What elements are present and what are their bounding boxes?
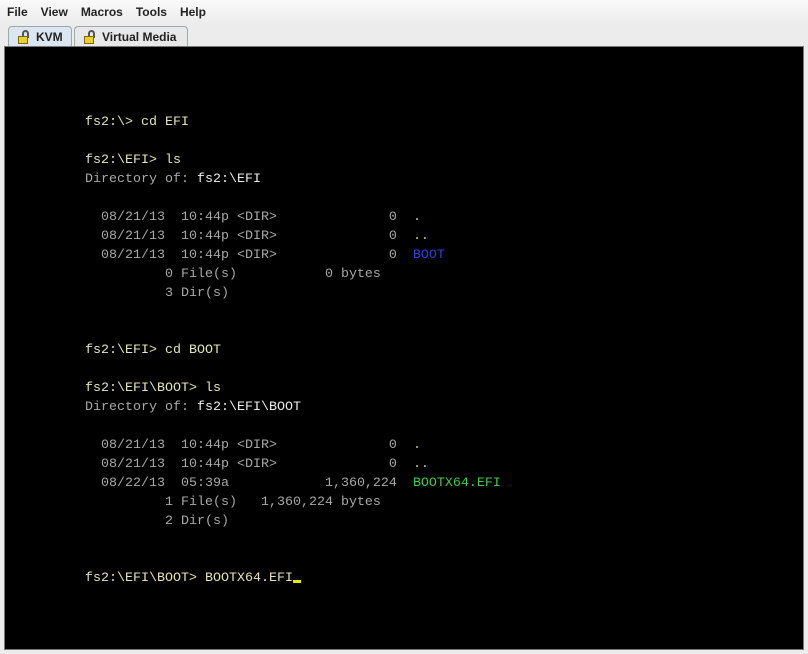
console-text: 08/21/13 10:44p <DIR> 0 xyxy=(85,457,413,472)
console-line: 08/21/13 10:44p <DIR> 0 .. xyxy=(85,455,501,474)
console-output: fs2:\> cd EFI fs2:\EFI> ls Directory of: f… xyxy=(85,113,501,588)
console-line: Directory of: fs2:\EFI\BOOT xyxy=(85,398,501,417)
menu-bar: File View Macros Tools Help xyxy=(0,0,808,24)
console-text: BOOTX64.EFI xyxy=(412,476,501,491)
console-text: fs2:\EFI> cd BOOT xyxy=(85,343,221,358)
text-cursor xyxy=(292,580,301,583)
unlock-icon xyxy=(17,30,31,44)
console-text: fs2:\EFI\BOOT> ls xyxy=(85,381,221,396)
console-text: 1 File(s) 1,360,224 bytes xyxy=(85,495,381,510)
console-line: 08/22/13 05:39a 1,360,224 BOOTX64.EFI xyxy=(85,474,501,493)
console-text: BOOT xyxy=(412,248,445,263)
console-line: 08/21/13 10:44p <DIR> 0 . xyxy=(85,436,501,455)
menu-help[interactable]: Help xyxy=(173,5,212,19)
console-line: 08/21/13 10:44p <DIR> 0 .. xyxy=(85,227,501,246)
console-text: fs2:\> cd EFI xyxy=(85,115,189,130)
console-line: fs2:\EFI> cd BOOT xyxy=(85,341,501,360)
console-text: 08/22/13 05:39a 1,360,224 xyxy=(85,476,413,491)
console-text: fs2:\EFI\BOOT> BOOTX64.EFI xyxy=(85,571,293,586)
console-text: Directory of: xyxy=(85,400,197,415)
tab-bar: KVM Virtual Media xyxy=(0,24,808,47)
tab-label: Virtual Media xyxy=(102,30,177,44)
console-text: .. xyxy=(412,229,429,244)
console-text: 3 Dir(s) xyxy=(85,286,229,301)
console-line: 3 Dir(s) xyxy=(85,284,501,303)
console-text: Directory of: xyxy=(85,172,197,187)
console-text: . xyxy=(412,210,421,225)
console-line: Directory of: fs2:\EFI xyxy=(85,170,501,189)
console-text: fs2:\EFI\BOOT xyxy=(196,400,301,415)
console-text: 08/21/13 10:44p <DIR> 0 xyxy=(85,210,413,225)
tab-kvm[interactable]: KVM xyxy=(8,26,72,47)
console-text: 0 File(s) 0 bytes xyxy=(85,267,381,282)
console-line: 2 Dir(s) xyxy=(85,512,501,531)
console-line: 08/21/13 10:44p <DIR> 0 . xyxy=(85,208,501,227)
console-text: . xyxy=(412,438,421,453)
console-line: 0 File(s) 0 bytes xyxy=(85,265,501,284)
tab-virtual-media[interactable]: Virtual Media xyxy=(74,26,188,47)
kvm-console-screen[interactable]: fs2:\> cd EFI fs2:\EFI> ls Directory of: f… xyxy=(4,46,804,650)
console-text: fs2:\EFI xyxy=(196,172,261,187)
console-text: 08/21/13 10:44p <DIR> 0 xyxy=(85,229,413,244)
tab-label: KVM xyxy=(36,30,63,44)
menu-tools[interactable]: Tools xyxy=(129,5,173,19)
console-text: fs2:\EFI> ls xyxy=(85,153,181,168)
unlock-icon xyxy=(83,30,97,44)
menu-view[interactable]: View xyxy=(34,5,74,19)
console-text: 08/21/13 10:44p <DIR> 0 xyxy=(85,248,413,263)
console-line: fs2:\EFI\BOOT> ls xyxy=(85,379,501,398)
console-line: 08/21/13 10:44p <DIR> 0 BOOT xyxy=(85,246,501,265)
console-line: fs2:\EFI> ls xyxy=(85,151,501,170)
console-line: 1 File(s) 1,360,224 bytes xyxy=(85,493,501,512)
console-text: 2 Dir(s) xyxy=(85,514,229,529)
menu-file[interactable]: File xyxy=(0,5,34,19)
menu-macros[interactable]: Macros xyxy=(74,5,129,19)
console-line: fs2:\EFI\BOOT> BOOTX64.EFI xyxy=(85,569,501,588)
console-text: 08/21/13 10:44p <DIR> 0 xyxy=(85,438,413,453)
console-line: fs2:\> cd EFI xyxy=(85,113,501,132)
console-text: .. xyxy=(412,457,429,472)
